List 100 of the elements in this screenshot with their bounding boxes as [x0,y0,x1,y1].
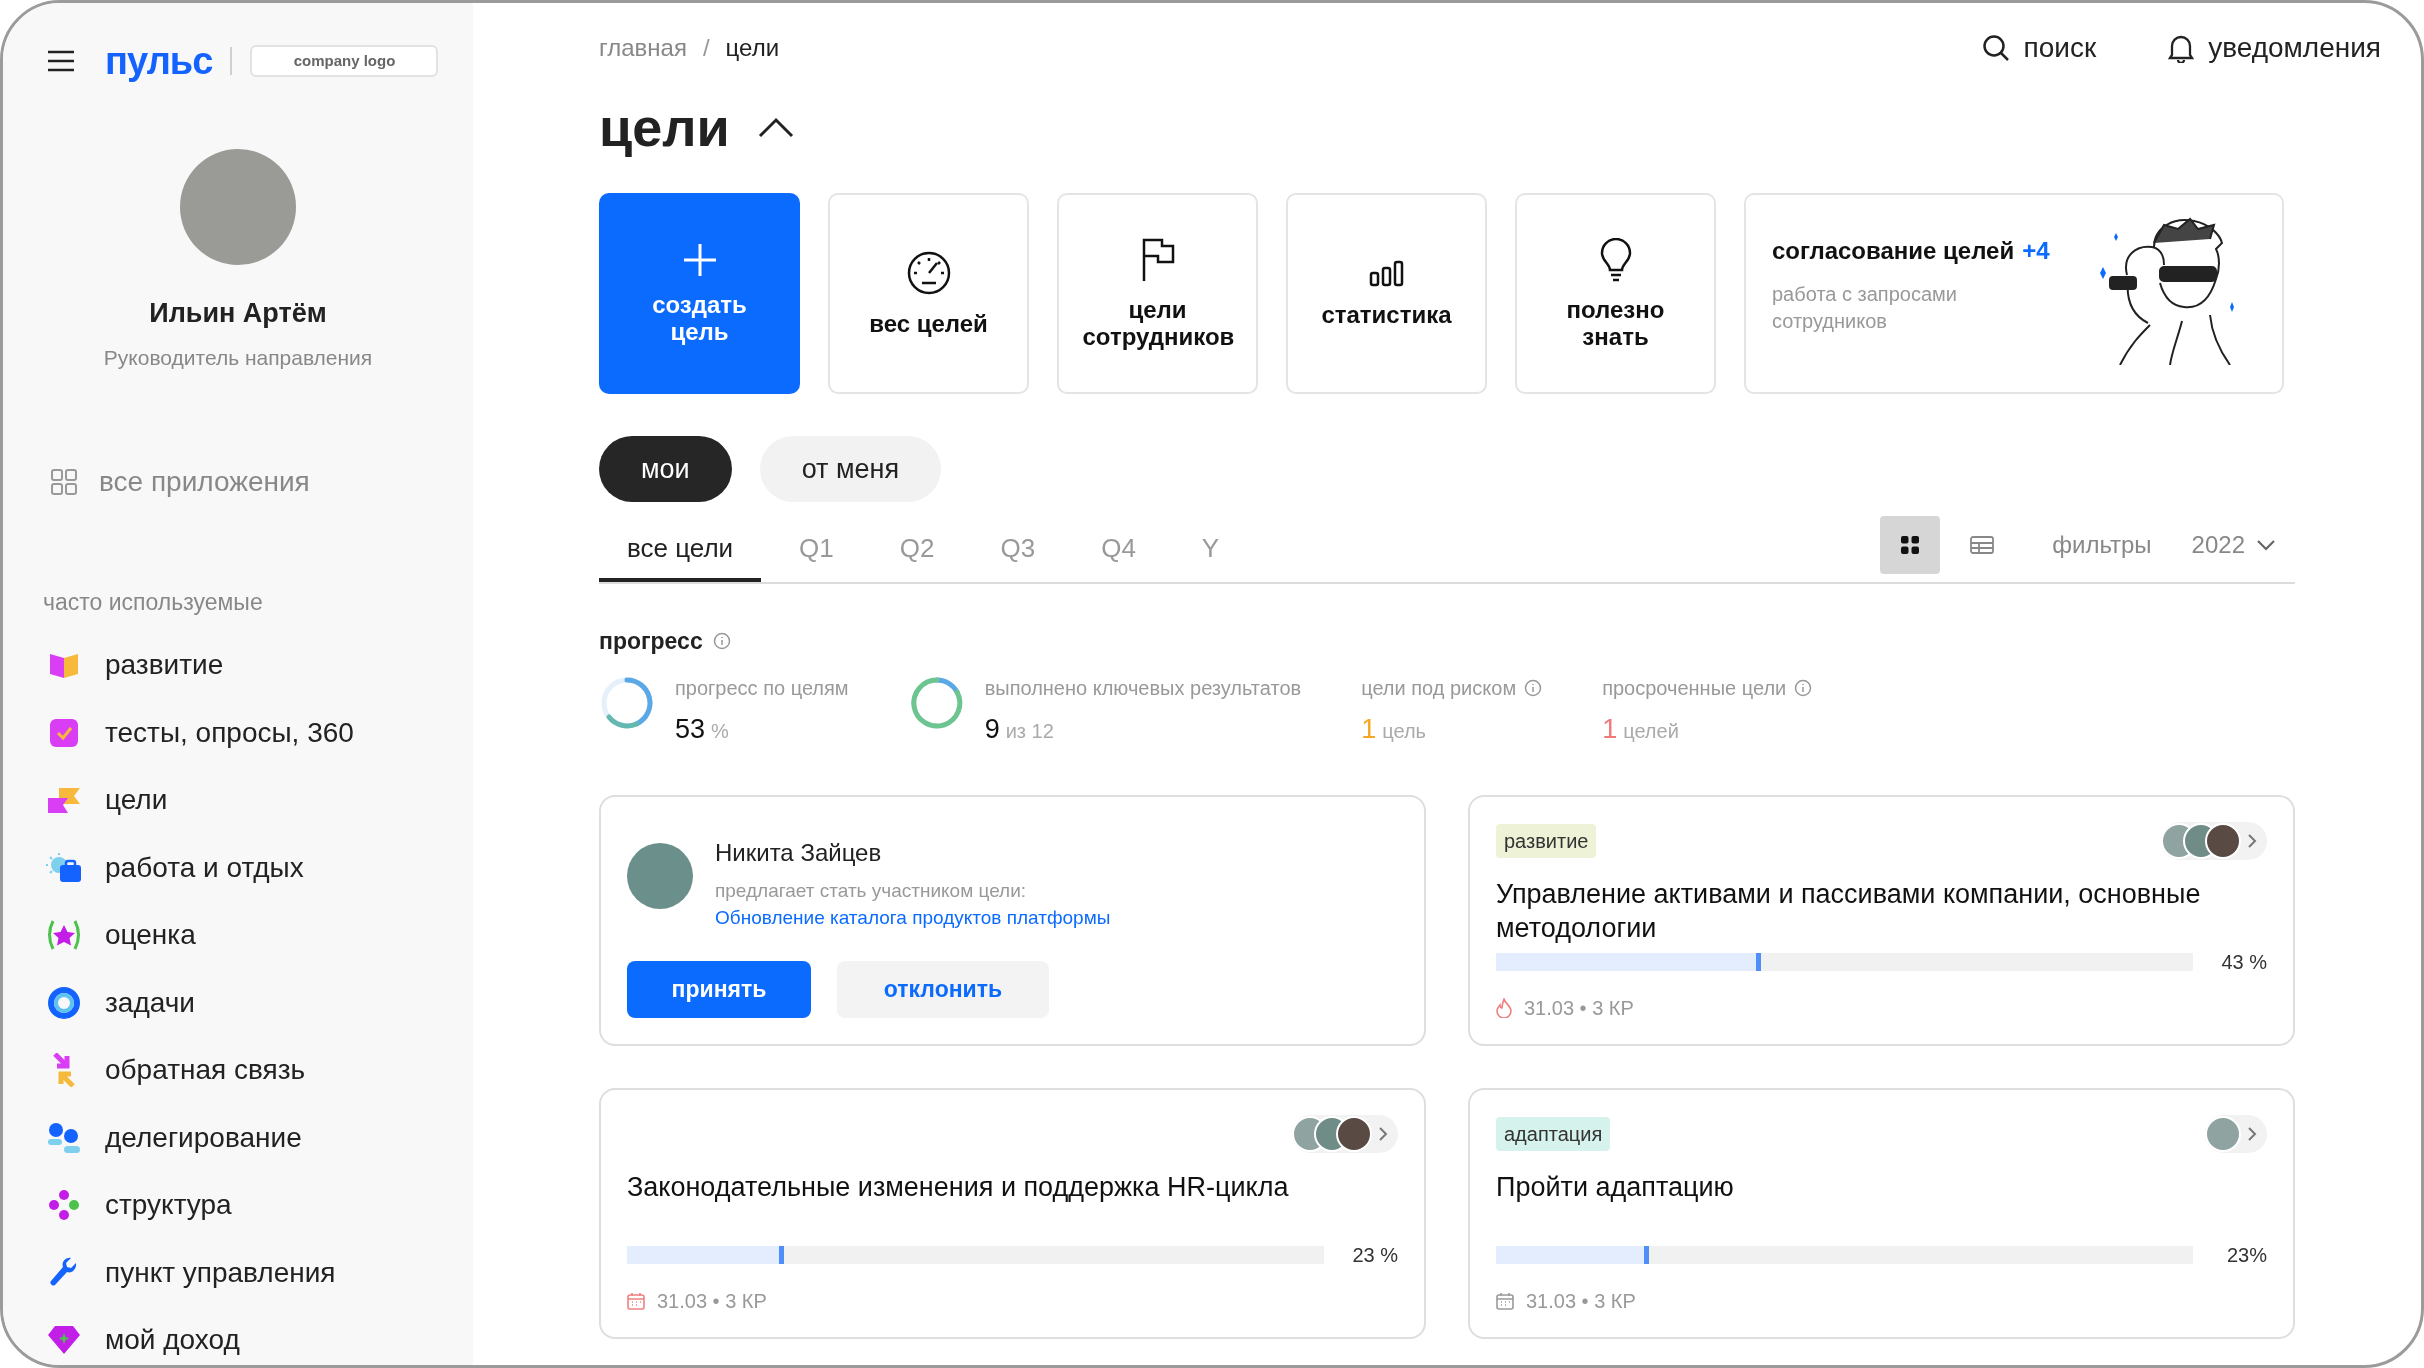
brand-logo: пульс [105,42,213,80]
grid-view-button[interactable] [1880,516,1941,574]
sun-briefcase-icon [46,852,82,883]
stat-unit: % [711,718,729,744]
avatar [1336,1116,1372,1152]
stat-unit: из 12 [1005,718,1054,744]
sidebar-item[interactable]: развитие [45,639,224,691]
stat-label: просроченные цели [1602,675,1787,701]
goal-meta: 31.03 • 3 КР [657,1289,767,1314]
chevron-right-icon [2247,833,2257,849]
people-icon [47,1121,81,1154]
section-title: часто используемые [43,588,264,617]
table-icon [1970,536,1995,554]
stat-value: 1 [1361,712,1377,746]
goal-card[interactable]: адаптация Пройти адаптацию 23% 31.03 • 3 КР [1468,1088,2295,1339]
breadcrumb-separator: / [702,33,710,63]
user-name: Ильин Артём [149,297,327,330]
action-tile[interactable]: статистика [1286,193,1487,394]
progress-percent: 23% [2225,1243,2267,1268]
gem-icon [47,1325,81,1356]
filter-pill[interactable]: мои [599,436,732,502]
flag-icon [1140,237,1175,282]
sidebar-item[interactable]: оценка [45,909,196,961]
checkbox-icon [49,717,79,748]
gauge-icon [905,250,952,296]
avatar [2205,1116,2241,1152]
breadcrumb-link[interactable]: цели [725,30,780,66]
star-brackets-icon [46,919,82,952]
flag-icon [47,786,81,815]
goal-card[interactable]: развитие Управление активами и пассивами компании, основные методологии 43 % 31.03 • 3 КР [1468,795,2295,1046]
breadcrumb-link[interactable]: главная [599,30,687,66]
goal-title: Управление активами и пассивами компании, основные методологии [1496,878,2202,945]
grid-icon [1901,536,1920,554]
menu-icon[interactable] [47,50,75,72]
action-tile[interactable]: полезно знать [1515,193,1716,394]
stat-label: выполнено ключевых результатов [984,675,1302,701]
goal-title: Законодательные изменения и поддержка HR-цикла [627,1171,1290,1204]
stat-unit: цель [1382,718,1426,744]
book-icon [49,651,79,680]
accept-button[interactable]: принять [627,961,811,1018]
plus-icon [682,242,717,277]
stat-label: прогресс по целям [675,675,849,701]
dots-icon [49,1190,79,1221]
search-button[interactable]: поиск [1981,27,2097,69]
invitation-text: предлагает стать участником цели: Обновление каталога продуктов платформы [715,879,1112,930]
goal-link[interactable]: Обновление каталога продуктов платформы [715,907,1111,928]
action-tile[interactable]: вес целей [828,193,1029,394]
sidebar-item[interactable]: тесты, опросы, 360 [45,707,354,759]
bar-chart-icon [1368,259,1405,287]
user-role: Руководитель направления [103,344,373,371]
wrench-icon [49,1256,79,1289]
grid-icon [51,469,77,495]
year-dropdown[interactable]: 2022 [2191,527,2295,563]
goal-card[interactable]: Законодательные изменения и поддержка HR-цикла 23 % 31.03 • 3 КР [599,1088,1426,1339]
sidebar-item[interactable]: задачи [45,977,195,1029]
bell-icon [2168,33,2195,63]
participants-button[interactable] [1292,1115,1398,1153]
sidebar-item[interactable]: работа и отдых [45,842,304,894]
banner-title: согласование целей [1772,236,2015,266]
chevron-right-icon [2247,1126,2257,1142]
banner-subtitle: работа с запросами сотрудников [1772,282,1958,334]
notifications-button[interactable]: уведомления [2168,27,2381,69]
stat-value: 1 [1602,712,1618,746]
info-icon[interactable] [1524,678,1543,697]
participants-button[interactable] [2161,822,2267,860]
avatar [2205,823,2241,859]
lightbulb-icon [1599,237,1632,282]
sidebar-item[interactable]: мой доход [45,1314,240,1365]
goal-meta: 31.03 • 3 КР [1526,1289,1636,1314]
goal-title: Пройти адаптацию [1496,1171,1735,1204]
info-icon[interactable] [1794,678,1813,697]
category-tag: развитие [1496,824,1597,858]
info-icon[interactable] [712,632,731,651]
filters-button[interactable]: фильтры [2052,527,2152,563]
chevron-right-icon [1378,1126,1388,1142]
section-heading: прогресс [599,627,703,656]
sidebar-item[interactable]: обратная связь [45,1044,306,1096]
chevron-down-icon [2257,539,2275,551]
company-logo: company logo [250,45,439,77]
search-icon [1981,34,2010,62]
sidebar-item[interactable]: структура [45,1179,232,1231]
period-tab[interactable]: все цели [599,518,762,582]
user-name: Никита Зайцев [715,838,883,868]
arrows-icon [52,1053,76,1088]
sidebar-item[interactable]: делегирование [45,1112,302,1164]
sidebar-item[interactable]: пункт управления [45,1247,336,1299]
decline-button[interactable]: отклонить [837,961,1049,1018]
progress-percent: 43 % [2220,950,2267,975]
request-count: +4 [2022,236,2050,266]
goal-meta: 31.03 • 3 КР [1524,996,1634,1021]
approval-banner[interactable]: согласование целей +4 работа с запросами сотрудников [1744,193,2284,394]
target-icon [48,986,80,1019]
chevron-icon[interactable] [757,116,794,138]
sidebar-item[interactable]: цели [45,774,168,826]
create-goal-button[interactable]: создать цель [599,193,800,394]
category-tag: адаптация [1496,1117,1611,1151]
filter-pill[interactable]: от меня [759,436,942,502]
stat-value: 53 [675,712,706,746]
stat-value: 9 [984,712,1000,746]
action-tile[interactable]: цели сотрудников [1057,193,1258,394]
